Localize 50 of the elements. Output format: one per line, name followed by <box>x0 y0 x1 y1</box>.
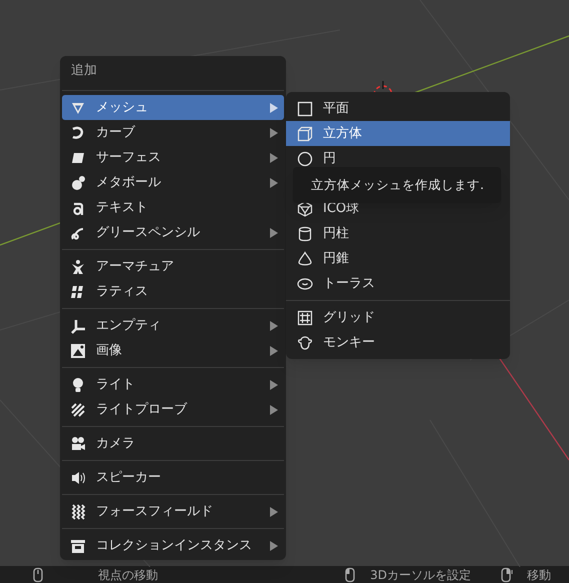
bulb-icon <box>70 376 86 392</box>
stripes-icon <box>70 402 86 418</box>
curve-icon <box>70 124 86 140</box>
menu-title: 追加 <box>70 62 98 80</box>
menu-item[interactable]: 平面 <box>286 96 510 121</box>
menu-item[interactable]: ライトプローブ <box>62 397 284 422</box>
menu-item[interactable]: グリッド <box>286 305 510 330</box>
menu-item[interactable]: カーブ <box>62 120 284 145</box>
box-icon <box>70 538 86 554</box>
menu-item[interactable]: 立方体 <box>286 121 510 146</box>
menu-item[interactable]: コレクションインスタンス <box>62 533 284 558</box>
menu-item[interactable]: メタボール <box>62 170 284 195</box>
menu-item[interactable]: テキスト <box>62 195 284 220</box>
cylinder-icon <box>297 226 313 242</box>
grid-icon <box>297 310 313 326</box>
menu-item[interactable]: ラティス <box>62 279 284 304</box>
menu-item[interactable]: 円錐 <box>286 246 510 271</box>
status-hint: 移動 <box>527 566 551 583</box>
status-hint: 視点の移動 <box>97 566 158 583</box>
circle-icon <box>297 150 313 166</box>
torus-icon <box>297 276 313 292</box>
menu-item[interactable]: グリースペンシル <box>62 220 284 245</box>
status-hint: 3Dカーソルを設定 <box>370 566 471 583</box>
menu-item[interactable]: ライト <box>62 372 284 397</box>
menu-item[interactable]: フォースフィールド <box>62 499 284 524</box>
menu-item[interactable]: 画像 <box>62 338 284 363</box>
cone-icon <box>297 250 313 266</box>
menu-item[interactable]: カメラ <box>62 431 284 456</box>
menu-item[interactable]: トーラス <box>286 271 510 296</box>
metaball-icon <box>70 174 86 190</box>
menu-item[interactable]: スピーカー <box>62 465 284 490</box>
image-icon <box>70 342 86 358</box>
tooltip: 立方体メッシュを作成します. <box>293 167 501 203</box>
menu-item[interactable]: サーフェス <box>62 145 284 170</box>
menu-item[interactable]: メッシュ <box>62 95 284 120</box>
figure-icon <box>70 258 86 274</box>
menu-item[interactable]: モンキー <box>286 330 510 355</box>
speaker-icon <box>70 470 86 486</box>
icosphere-icon <box>297 200 313 216</box>
menu-item[interactable]: エンプティ <box>62 313 284 338</box>
square-icon <box>297 100 313 116</box>
lattice-icon <box>70 284 86 300</box>
menu-item[interactable]: 円柱 <box>286 221 510 246</box>
cube-icon <box>297 126 313 142</box>
mouse-icon <box>499 566 515 582</box>
waves-icon <box>70 504 86 520</box>
menu-item[interactable]: アーマチュア <box>62 254 284 279</box>
axes-icon <box>70 318 86 334</box>
monkey-icon <box>297 334 313 350</box>
camera-icon <box>70 436 86 452</box>
